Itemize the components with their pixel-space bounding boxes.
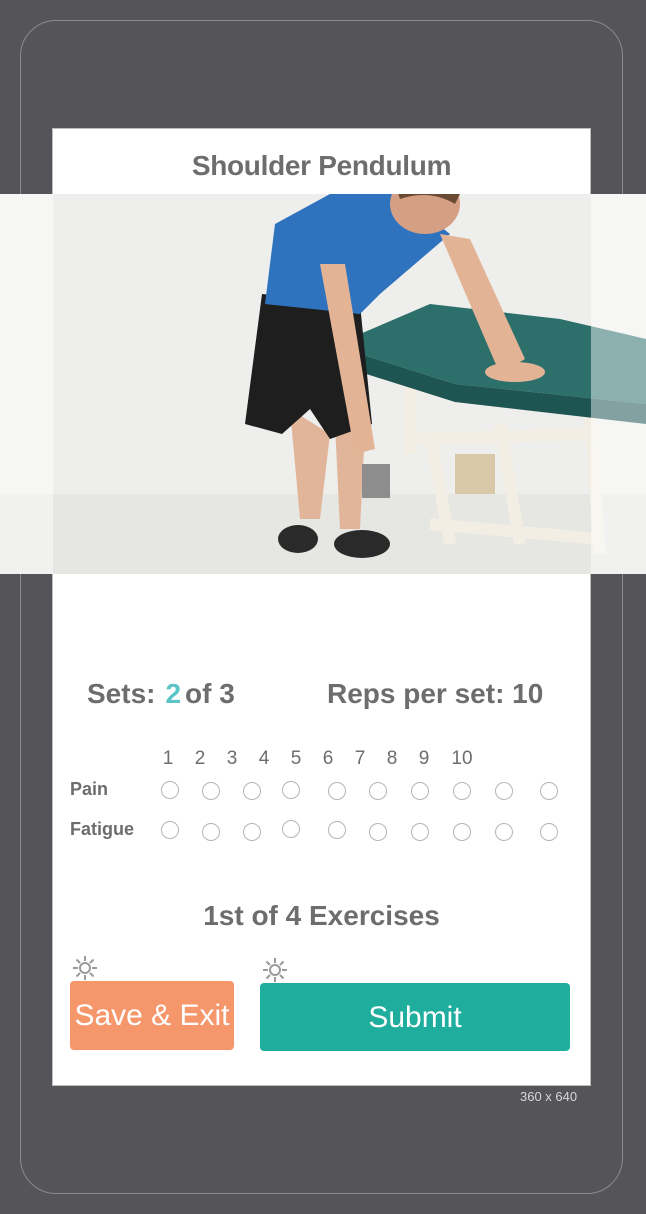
fatigue-radio-6[interactable]	[369, 823, 387, 841]
fatigue-radio-7[interactable]	[411, 823, 429, 841]
fatigue-radio-1[interactable]	[161, 821, 179, 839]
fatigue-label: Fatigue	[70, 819, 135, 839]
save-exit-button[interactable]: Save & Exit	[70, 981, 234, 1050]
scale-number: 8	[386, 748, 398, 769]
pain-radio-1[interactable]	[161, 781, 179, 799]
scale-number: 2	[194, 748, 206, 769]
scale-number: 9	[418, 748, 430, 769]
fatigue-radio-8[interactable]	[453, 823, 471, 841]
scale-number: 1	[162, 748, 174, 769]
gear-icon	[72, 955, 98, 981]
pain-label: Pain	[70, 779, 109, 799]
pain-radio-10[interactable]	[540, 782, 558, 800]
pain-radio-7[interactable]	[411, 782, 429, 800]
scale-number: 10	[451, 748, 473, 769]
scale-number: 5	[290, 748, 302, 769]
fatigue-radio-4[interactable]	[282, 820, 300, 838]
fatigue-radio-2[interactable]	[202, 823, 220, 841]
scale-number: 4	[258, 748, 270, 769]
scale-number: 7	[354, 748, 366, 769]
pain-radio-2[interactable]	[202, 782, 220, 800]
fatigue-radio-3[interactable]	[243, 823, 261, 841]
sets-label: Sets:	[87, 678, 156, 709]
pain-radio-4[interactable]	[282, 781, 300, 799]
photo-overflow-right	[591, 194, 646, 574]
resolution-label: 360 x 640	[520, 1089, 578, 1104]
pain-radio-5[interactable]	[328, 782, 346, 800]
sets-indicator: Sets: 2 of 3	[87, 678, 235, 710]
reps-per-set: Reps per set: 10	[327, 678, 544, 709]
pain-radio-6[interactable]	[369, 782, 387, 800]
pain-radio-9[interactable]	[495, 782, 513, 800]
submit-button[interactable]: Submit	[260, 983, 570, 1051]
exercise-title: Shoulder Pendulum	[191, 150, 452, 181]
exercise-photo	[0, 194, 646, 574]
gear-icon	[262, 957, 288, 983]
fatigue-radio-9[interactable]	[495, 823, 513, 841]
pain-radio-8[interactable]	[453, 782, 471, 800]
pain-radio-3[interactable]	[243, 782, 261, 800]
fatigue-radio-10[interactable]	[540, 823, 558, 841]
exercise-progress: 1st of 4 Exercises	[203, 900, 440, 931]
scale-number: 3	[226, 748, 238, 769]
photo-overflow-left	[0, 194, 53, 574]
sets-total: of 3	[185, 678, 235, 709]
scale-number: 6	[322, 748, 334, 769]
current-set: 2	[165, 678, 182, 709]
fatigue-radio-5[interactable]	[328, 821, 346, 839]
